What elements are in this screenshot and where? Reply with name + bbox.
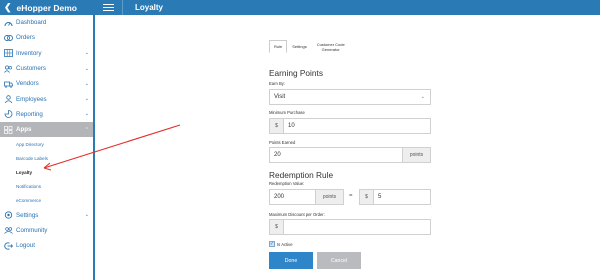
sidebar-item-dashboard[interactable]: Dashboard xyxy=(0,15,93,30)
dollar-addon: $ xyxy=(270,119,284,133)
earning-points-title: Earning Points xyxy=(269,68,323,78)
sidebar-item-community[interactable]: Community xyxy=(0,223,93,238)
hamburger-menu-icon[interactable] xyxy=(95,0,123,15)
apps-icon xyxy=(3,125,13,134)
redemption-points-field[interactable]: 200 points xyxy=(269,189,344,205)
sidebar: ❮ eHopper Demo Dashboard Orders Inventor… xyxy=(0,0,95,280)
gear-icon xyxy=(3,211,13,219)
customers-icon xyxy=(3,65,13,73)
chevron-down-icon: ⌄ xyxy=(84,80,89,87)
sidebar-item-label: Vendors xyxy=(16,80,39,88)
sidebar-subitem-loyalty[interactable]: Loyalty xyxy=(0,165,93,179)
max-discount-label: Maximum Discount per Order: xyxy=(269,212,325,217)
sidebar-item-orders[interactable]: Orders xyxy=(0,30,93,45)
redemption-value-label: Redemption Value: xyxy=(269,181,305,186)
loyalty-form: Rule Settings Customer Code Generator Ea… xyxy=(97,15,600,280)
page-title: Loyalty xyxy=(135,3,164,12)
chevron-down-icon: ⌄ xyxy=(84,212,89,219)
tab-label-line2: Generator xyxy=(321,47,340,52)
chevron-down-icon: ⌄ xyxy=(84,111,89,118)
sidebar-item-logout[interactable]: Logout xyxy=(0,238,93,253)
employees-icon xyxy=(3,95,13,104)
sidebar-item-label: Logout xyxy=(16,242,35,250)
tab-rule[interactable]: Rule xyxy=(269,40,288,53)
sidebar-item-customers[interactable]: Customers ⌄ xyxy=(0,61,93,76)
dollar-addon: $ xyxy=(360,190,374,204)
sidebar-subitem-ecommerce[interactable]: eCommerce xyxy=(0,193,93,207)
points-addon: points xyxy=(315,190,343,204)
points-earned-label: Points Earned xyxy=(269,140,296,145)
sidebar-subitem-notifications[interactable]: Notifications xyxy=(0,179,93,193)
max-discount-field[interactable]: $ xyxy=(269,219,431,235)
dashboard-icon xyxy=(3,19,13,27)
sidebar-item-label: Inventory xyxy=(16,49,42,57)
sidebar-item-label: Apps xyxy=(16,126,32,134)
tab-bar: Rule Settings Customer Code Generator xyxy=(269,40,350,56)
earn-by-label: Earn By: xyxy=(269,81,286,86)
points-addon: points xyxy=(402,148,430,162)
sidebar-item-label: Customers xyxy=(16,65,46,73)
chevron-down-icon: ⌄ xyxy=(420,94,425,100)
sidebar-item-label: Employees xyxy=(16,95,47,103)
minimum-purchase-value: 10 xyxy=(288,123,295,129)
minimum-purchase-label: Minimum Purchase xyxy=(269,110,305,115)
tab-customer-code-generator[interactable]: Customer Code Generator xyxy=(312,40,350,56)
sidebar-item-vendors[interactable]: Vendors ⌄ xyxy=(0,76,93,91)
minimum-purchase-field[interactable]: $ 10 xyxy=(269,118,431,134)
vendors-icon xyxy=(3,80,13,88)
sidebar-item-label: Settings xyxy=(16,211,39,219)
redemption-dollar-field[interactable]: $ 5 xyxy=(359,189,431,205)
chevron-left-icon[interactable]: ❮ xyxy=(4,2,12,13)
top-bar: Loyalty xyxy=(95,0,600,15)
chevron-down-icon: ⌄ xyxy=(84,65,89,72)
chevron-down-icon: ⌄ xyxy=(84,50,89,57)
redemption-dollar-value: 5 xyxy=(378,194,382,200)
sidebar-item-apps[interactable]: Apps ⌃ xyxy=(0,122,93,138)
dollar-addon: $ xyxy=(270,220,284,234)
sidebar-subitem-app-directory[interactable]: App Directory xyxy=(0,137,93,151)
is-active-label: Is Active xyxy=(277,241,293,247)
earn-by-value: Visit xyxy=(274,94,286,100)
sidebar-item-reporting[interactable]: Reporting ⌄ xyxy=(0,107,93,122)
cancel-button[interactable]: Cancel xyxy=(317,252,361,269)
orders-icon xyxy=(3,34,13,42)
is-active-checkbox[interactable]: ✓ xyxy=(269,241,275,247)
sidebar-item-label: Reporting xyxy=(16,110,43,118)
sidebar-subitem-barcode-labels[interactable]: Barcode Labels xyxy=(0,151,93,165)
logout-icon xyxy=(3,241,13,250)
reporting-icon xyxy=(3,110,13,119)
points-earned-field[interactable]: 20 points xyxy=(269,147,431,163)
sidebar-item-settings[interactable]: Settings ⌄ xyxy=(0,207,93,222)
tab-settings[interactable]: Settings xyxy=(287,40,311,53)
brand-header[interactable]: ❮ eHopper Demo xyxy=(0,0,93,15)
points-earned-value: 20 xyxy=(274,152,281,158)
sidebar-item-employees[interactable]: Employees ⌄ xyxy=(0,91,93,106)
sidebar-item-label: Dashboard xyxy=(16,19,47,27)
is-active-row: ✓ Is Active xyxy=(269,241,293,247)
redemption-rule-title: Redemption Rule xyxy=(269,170,334,180)
sidebar-item-label: Community xyxy=(16,226,48,234)
sidebar-item-inventory[interactable]: Inventory ⌄ xyxy=(0,46,93,61)
chevron-down-icon: ⌄ xyxy=(84,96,89,103)
inventory-icon xyxy=(3,49,13,58)
chevron-up-icon: ⌃ xyxy=(84,126,89,133)
redemption-points-value: 200 xyxy=(274,194,285,200)
community-icon xyxy=(3,226,13,235)
done-button[interactable]: Done xyxy=(269,252,313,269)
equals-sign: = xyxy=(349,193,353,199)
sidebar-item-label: Orders xyxy=(16,34,35,42)
brand-name: eHopper Demo xyxy=(16,2,78,13)
earn-by-select[interactable]: Visit ⌄ xyxy=(269,89,431,105)
